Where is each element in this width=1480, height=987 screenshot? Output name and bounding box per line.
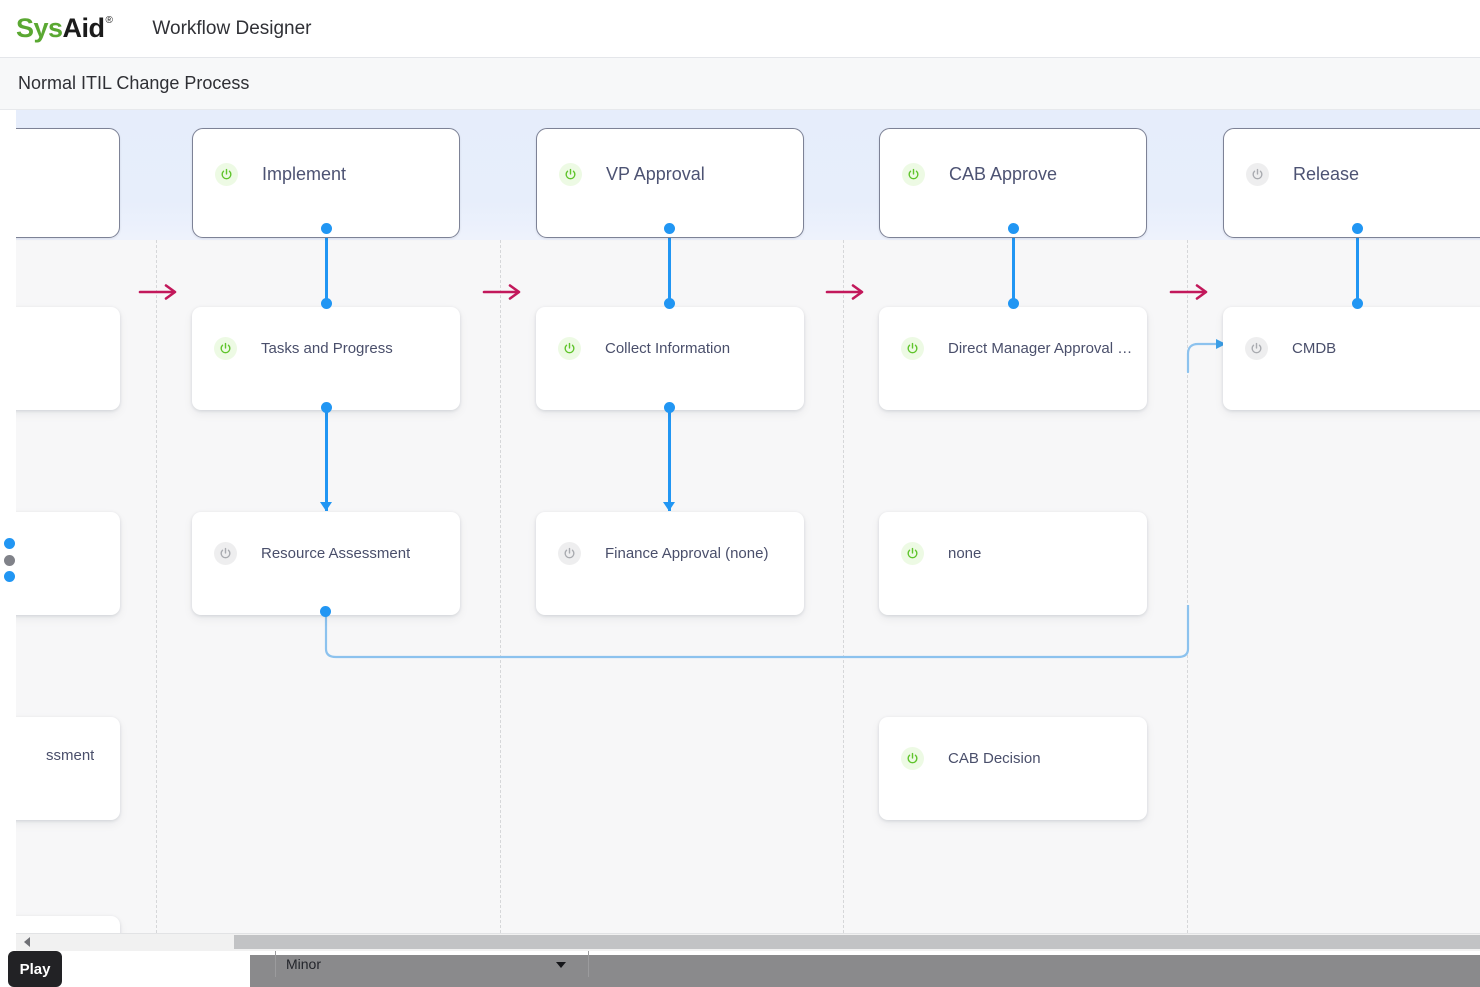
phase-node[interactable]: VP Approval [536, 128, 804, 238]
column-divider [843, 240, 844, 933]
logo-registered-icon: ® [105, 15, 113, 26]
node-label: CAB Decision [948, 750, 1041, 767]
phase-arrow-icon [825, 282, 869, 302]
workflow-node[interactable]: Finance Approval (none) [536, 512, 804, 615]
connector-line [1355, 228, 1359, 303]
workflow-node-partial[interactable] [0, 512, 120, 615]
logo-text-sys: Sys [16, 13, 63, 43]
connector-dot[interactable] [663, 222, 675, 234]
node-label: CAB Approve [949, 164, 1058, 184]
power-toggle-icon [214, 542, 237, 565]
connector-dot[interactable] [1351, 297, 1363, 309]
node-port-dot[interactable] [4, 538, 15, 549]
connector-dot[interactable] [663, 401, 675, 413]
power-toggle-icon [558, 337, 581, 360]
phase-node[interactable]: CAB Approve [879, 128, 1147, 238]
bottom-field-divider [588, 951, 589, 977]
connector-dot[interactable] [1351, 222, 1363, 234]
node-label: Implement [262, 164, 347, 184]
node-label: ssment [46, 747, 95, 764]
power-toggle-icon [901, 542, 924, 565]
node-label: none [948, 545, 982, 562]
node-label: Finance Approval (none) [605, 545, 769, 562]
node-port-dot[interactable] [4, 571, 15, 582]
process-subheader: Normal ITIL Change Process [0, 58, 1480, 110]
process-name: Normal ITIL Change Process [18, 73, 250, 93]
node-label: VP Approval [606, 164, 705, 184]
power-toggle-icon [1245, 337, 1268, 360]
power-toggle-icon [558, 542, 581, 565]
node-label: Resource Assessment [261, 545, 411, 562]
app-header: Sys Aid ® Workflow Designer [0, 0, 1480, 58]
page-title: Workflow Designer [152, 17, 312, 39]
workflow-designer-app: Sys Aid ® Workflow Designer Normal ITIL Ch… [0, 0, 1480, 987]
connector-line [324, 407, 328, 511]
scroll-left-arrow-icon[interactable] [24, 937, 30, 947]
connector-arrow-icon [320, 502, 332, 511]
workflow-node[interactable]: Resource Assessment [192, 512, 460, 615]
node-label: Collect Information [605, 340, 731, 357]
connector-line [667, 228, 671, 303]
connector-dot[interactable] [1007, 222, 1019, 234]
power-toggle-icon [902, 163, 925, 186]
route-resource-to-cmdb [324, 605, 1190, 659]
power-toggle-icon [901, 337, 924, 360]
left-gutter [0, 110, 16, 933]
phase-node[interactable]: Implement [192, 128, 460, 238]
phase-node[interactable]: Release [1223, 128, 1480, 238]
workflow-node-partial[interactable] [0, 916, 120, 933]
sysaid-logo[interactable]: Sys Aid ® [16, 13, 113, 43]
workflow-canvas[interactable]: Implement VP Approval CAB Approve Release ss… [0, 110, 1480, 933]
column-divider [500, 240, 501, 933]
severity-select-value: Minor [286, 956, 322, 972]
phase-arrow-icon [482, 282, 526, 302]
column-divider [156, 240, 157, 933]
play-tooltip-label: Play [19, 960, 51, 978]
workflow-node[interactable]: CAB Decision [879, 717, 1147, 820]
connector-arrow-icon [663, 502, 675, 511]
node-label: Tasks and Progress [261, 340, 393, 357]
workflow-node[interactable]: Direct Manager Approval … [879, 307, 1147, 410]
phase-arrow-icon [1169, 282, 1213, 302]
phase-node-partial[interactable] [0, 128, 120, 238]
workflow-node[interactable]: Collect Information [536, 307, 804, 410]
workflow-node[interactable]: Tasks and Progress [192, 307, 460, 410]
phase-arrow-icon [138, 282, 182, 302]
node-label: Release [1293, 164, 1360, 184]
workflow-node-partial[interactable]: ssment [0, 717, 120, 820]
horizontal-scrollbar-thumb[interactable] [234, 935, 1480, 949]
logo-text-aid: Aid [62, 13, 106, 43]
connector-dot[interactable] [320, 297, 332, 309]
connector-dot[interactable] [1007, 297, 1019, 309]
play-tooltip[interactable]: Play [8, 951, 62, 987]
chevron-down-icon [556, 962, 566, 968]
workflow-node[interactable]: CMDB [1223, 307, 1480, 410]
connector-dot[interactable] [320, 222, 332, 234]
connector-line [1011, 228, 1015, 303]
connector-dot[interactable] [320, 401, 332, 413]
workflow-node[interactable]: none [879, 512, 1147, 615]
connector-dot[interactable] [663, 297, 675, 309]
power-toggle-icon [214, 337, 237, 360]
node-port-dot[interactable] [4, 555, 15, 566]
severity-select[interactable]: Minor [275, 951, 580, 977]
node-label: CMDB [1292, 340, 1337, 357]
connector-line [324, 228, 328, 303]
workflow-node-partial[interactable] [0, 307, 120, 410]
power-toggle-icon [215, 163, 238, 186]
power-toggle-icon [1246, 163, 1269, 186]
power-toggle-icon [901, 747, 924, 770]
node-label: Direct Manager Approval … [948, 340, 1133, 357]
connector-line [667, 407, 671, 511]
power-toggle-icon [559, 163, 582, 186]
connector-dot[interactable] [320, 606, 331, 617]
